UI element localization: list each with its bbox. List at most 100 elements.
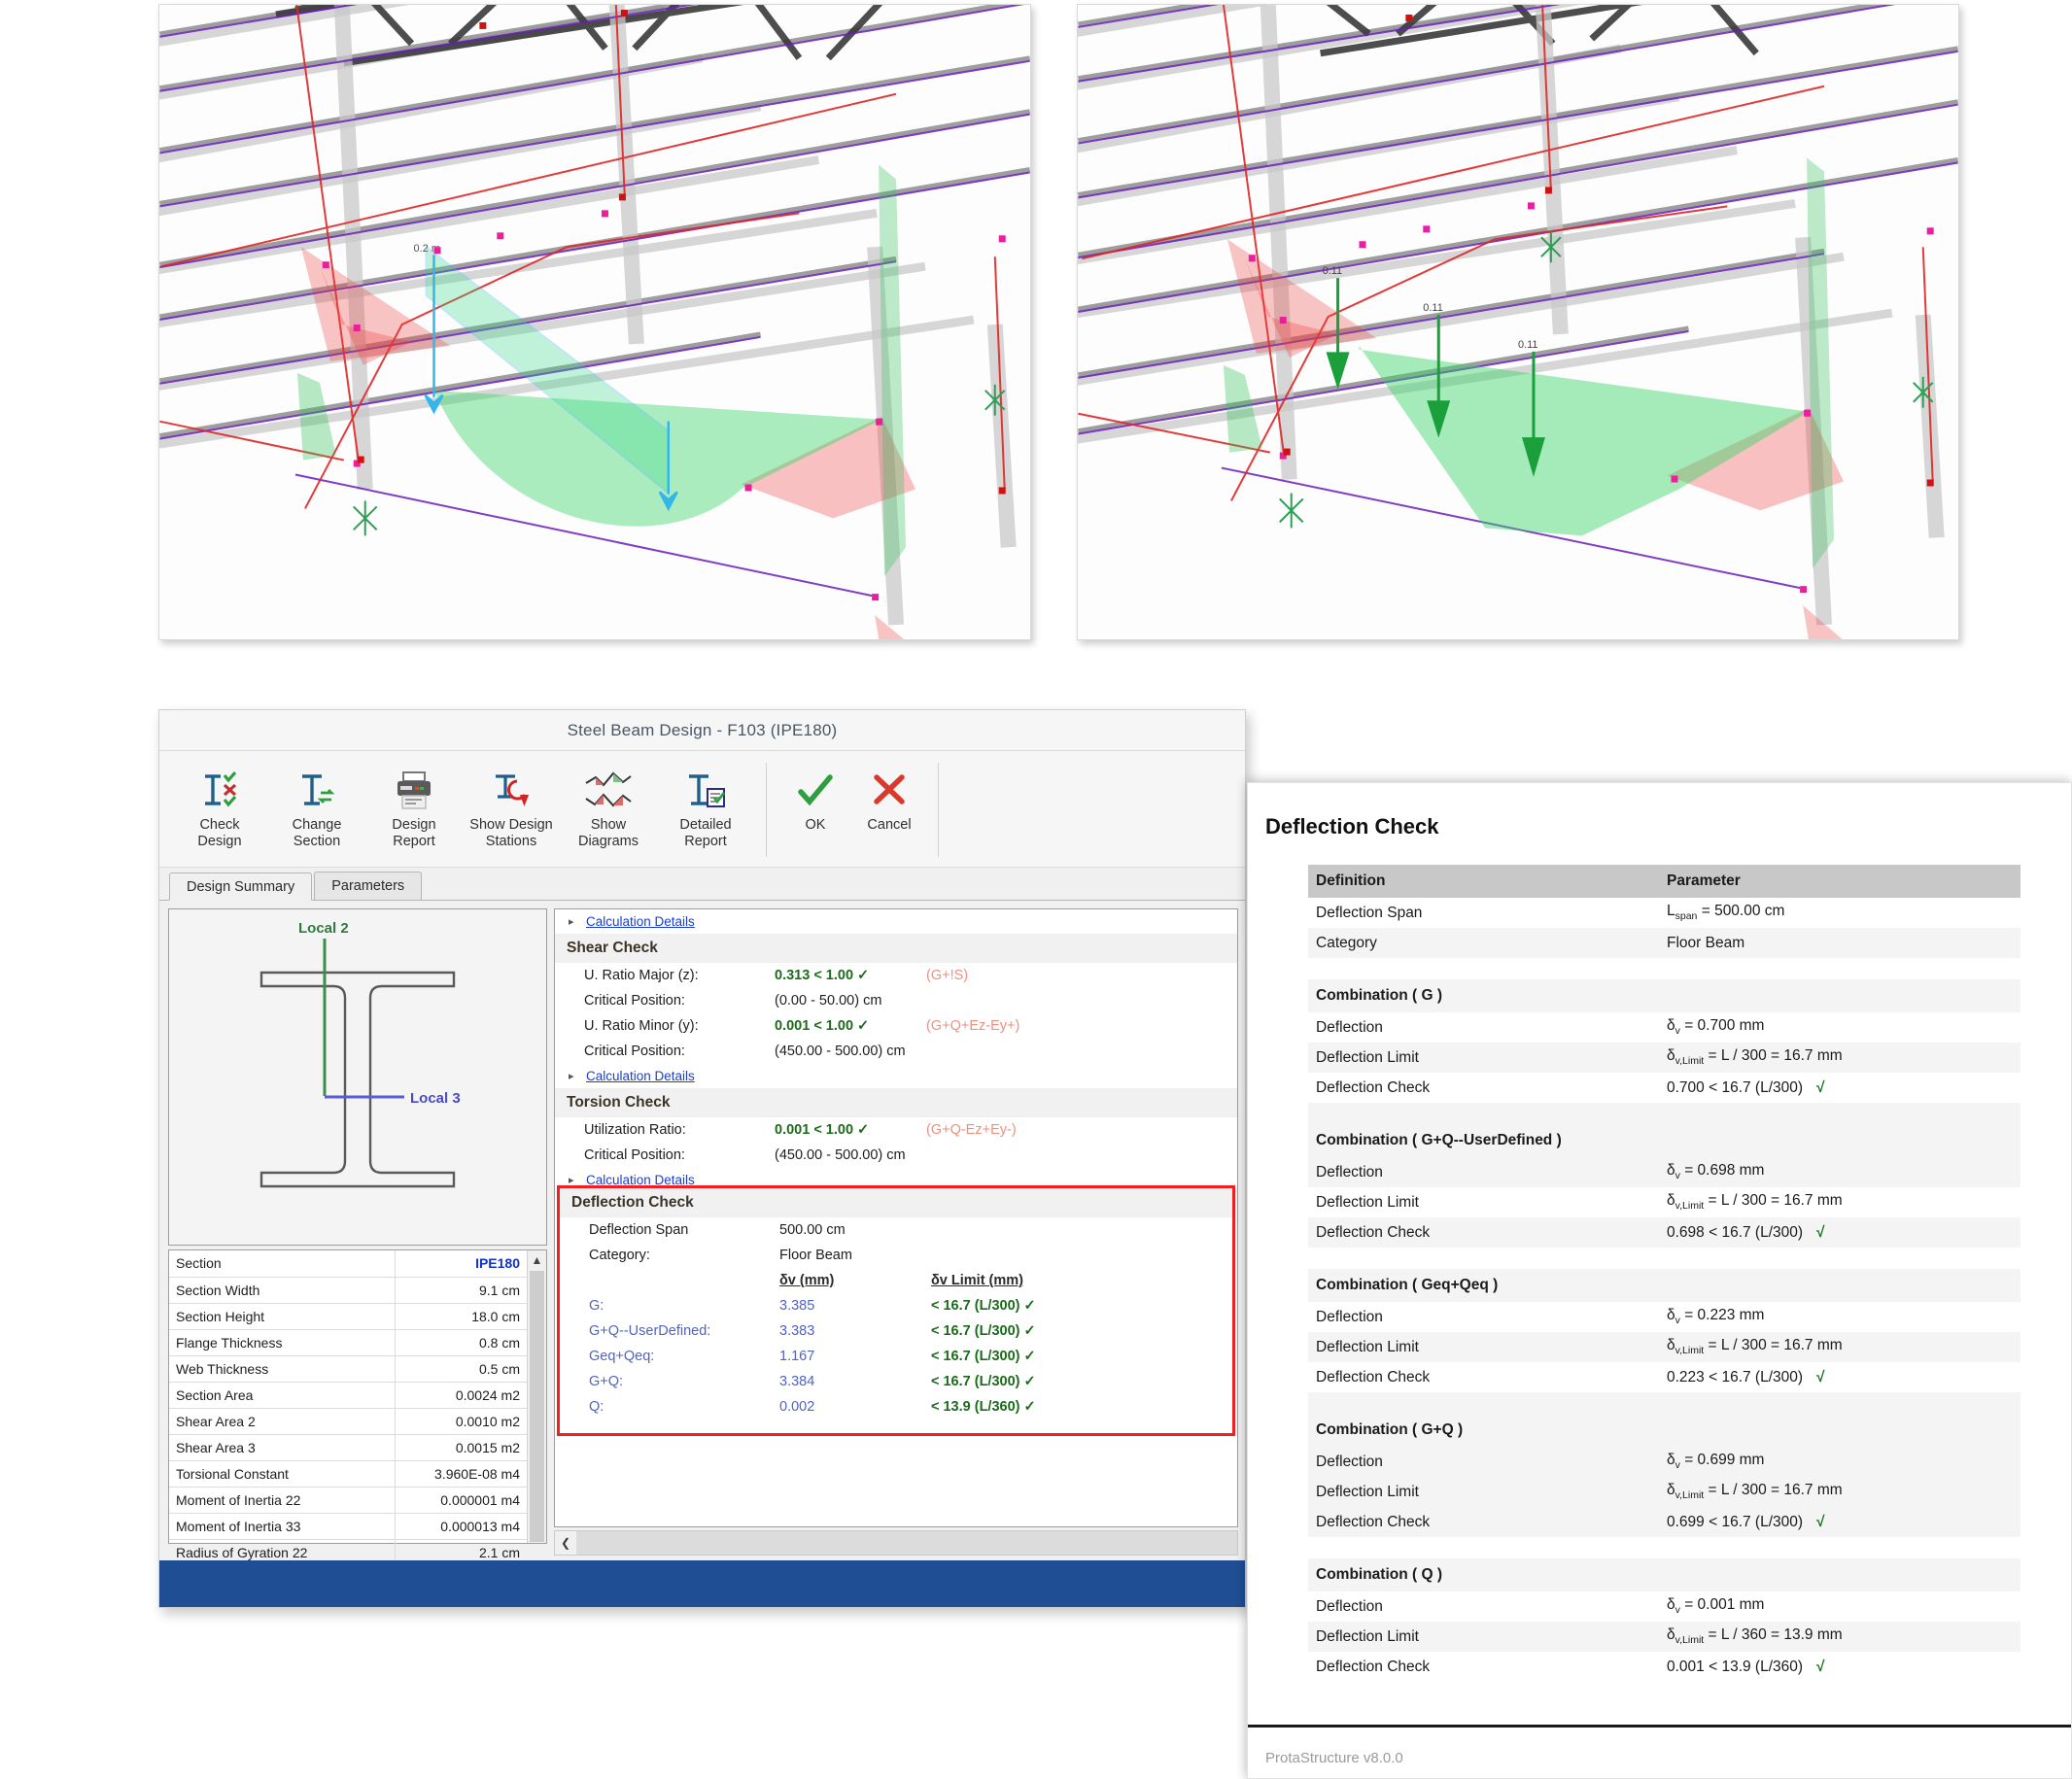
prop-key: Shear Area 2 [169, 1408, 396, 1435]
table-row: Deflection Limit δv,Limit = L / 300 = 16… [1308, 1043, 2020, 1073]
deflection-row-q: Q: 0.002 < 13.9 (L/360) ✓ [560, 1394, 1232, 1420]
deflection-span-row: Deflection Span 500.00 cm [560, 1217, 1232, 1243]
row-label: Deflection Span [1316, 904, 1423, 921]
prop-value: 0.000013 m4 [395, 1513, 527, 1540]
design-results-pane: ▸ Calculation Details Shear Check U. Rat… [554, 908, 1238, 1527]
left-viewport[interactable]: 0.2 m [158, 4, 1031, 640]
row-label: Deflection [1308, 1157, 1659, 1187]
table-row: Flange Thickness 0.8 cm [169, 1329, 527, 1356]
row-combination: (G+!S) [926, 968, 969, 983]
row-deflection: 3.384 [779, 1374, 815, 1389]
chevron-right-icon[interactable]: ▸ [569, 915, 586, 928]
header-definition: Definition [1308, 865, 1659, 898]
row-label: Deflection Check [1308, 1507, 1659, 1537]
tab-design-summary[interactable]: Design Summary [169, 872, 313, 901]
section-properties-body: Section IPE180 Section Width 9.1 cm Sectio… [169, 1250, 527, 1566]
right-viewport[interactable]: 0.11 0.11 0.11 [1077, 4, 1959, 640]
column-header-deflection: δv (mm) [779, 1273, 835, 1288]
table-row: Deflection δv = 0.001 mm [1308, 1591, 2020, 1622]
check-design-button[interactable]: Check Design [171, 759, 268, 850]
table-row: Shear Area 2 0.0010 m2 [169, 1408, 527, 1435]
table-row: Deflection Check 0.700 < 16.7 (L/300) √ [1308, 1073, 2020, 1103]
calculation-details-link[interactable]: Calculation Details [586, 914, 695, 929]
row-value: 0.699 < 16.7 (L/300) √ [1659, 1507, 2020, 1537]
scroll-left-icon[interactable]: ❮ [555, 1536, 576, 1550]
ok-button[interactable]: OK [778, 759, 852, 834]
prop-key: Section [169, 1250, 396, 1278]
row-value: δv = 0.698 mm [1659, 1157, 2020, 1187]
table-row: Deflection Check 0.698 < 16.7 (L/300) √ [1308, 1217, 2020, 1248]
row-label: Deflection Limit [1308, 1332, 1659, 1362]
shear-row-2: Critical Position: (0.00 - 50.00) cm [555, 988, 1237, 1013]
pass-tick-icon: √ [1816, 1078, 1825, 1096]
pass-tick-icon: √ [1816, 1513, 1825, 1530]
combination-heading: Combination ( G+Q ) [1308, 1414, 2020, 1447]
scrollbar-thumb[interactable] [530, 1271, 544, 1542]
table-row: Deflection Check 0.699 < 16.7 (L/300) √ [1308, 1507, 2020, 1537]
calculation-details-row-shear[interactable]: ▸ Calculation Details [555, 1064, 1237, 1088]
row-value: δv = 0.001 mm [1667, 1596, 1765, 1617]
combination-title: Combination ( G+Q ) [1308, 1414, 2020, 1447]
table-row: Shear Area 3 0.0015 m2 [169, 1434, 527, 1461]
dialog-toolbar: Check Design Change Section Design Repor… [159, 751, 1245, 868]
prop-value: 0.0024 m2 [395, 1382, 527, 1409]
results-horizontal-scrollbar[interactable]: ❮ [554, 1530, 1238, 1556]
table-row: Deflection δv = 0.223 mm [1308, 1302, 2020, 1332]
prop-value: 0.000001 m4 [395, 1487, 527, 1514]
pass-tick-icon: √ [1816, 1223, 1825, 1241]
table-row: Section Area 0.0024 m2 [169, 1382, 527, 1409]
table-row: Section Height 18.0 cm [169, 1303, 527, 1330]
table-row: Deflection δv = 0.699 mm [1308, 1447, 2020, 1477]
header-parameter: Parameter [1659, 865, 2020, 898]
combination-heading: Combination ( Geq+Qeq ) [1308, 1269, 2020, 1302]
left-viewport-scene: 0.2 m [159, 5, 1030, 639]
detailed-report-button[interactable]: Detailed Report [657, 759, 754, 850]
chevron-right-icon[interactable]: ▸ [569, 1070, 586, 1082]
table-row: Deflection Limit δv,Limit = L / 300 = 16… [1308, 1332, 2020, 1362]
combination-title: Combination ( Geq+Qeq ) [1308, 1269, 2020, 1302]
dialog-titlebar: Steel Beam Design - F103 (IPE180) [159, 710, 1245, 751]
deflection-check-heading: Deflection Check [560, 1188, 1232, 1217]
scroll-up-icon[interactable]: ▲ [532, 1250, 543, 1270]
prop-value: 18.0 cm [395, 1303, 527, 1330]
row-limit: < 16.7 (L/300) ✓ [931, 1374, 1036, 1389]
tab-strip: Design Summary Parameters [159, 868, 1245, 901]
tab-design-summary-label: Design Summary [187, 878, 295, 895]
right-viewport-scene: 0.11 0.11 0.11 [1078, 5, 1958, 639]
table-row: Section IPE180 [169, 1250, 527, 1278]
change-section-button[interactable]: Change Section [268, 759, 365, 850]
scrollbar-track[interactable] [576, 1531, 1237, 1555]
calculation-details-row-top[interactable]: ▸ Calculation Details [555, 909, 1237, 934]
cancel-button[interactable]: Cancel [852, 759, 926, 834]
deflection-row-gq: G+Q: 3.384 < 16.7 (L/300) ✓ [560, 1369, 1232, 1394]
report-footer-text: ProtaStructure v8.0.0 [1265, 1750, 1403, 1766]
toolbar-separator [766, 763, 767, 857]
calculation-details-link[interactable]: Calculation Details [586, 1069, 695, 1083]
prop-key: Moment of Inertia 22 [169, 1487, 396, 1514]
deflection-check-highlight: Deflection Check Deflection Span 500.00 … [557, 1185, 1235, 1436]
shear-row-1: U. Ratio Major (z): 0.313 < 1.00 ✓ (G+!S… [555, 963, 1237, 988]
change-section-label: Change Section [292, 817, 342, 850]
row-value: 0.223 < 16.7 (L/300) √ [1667, 1368, 1825, 1386]
prop-key: Torsional Constant [169, 1460, 396, 1488]
row-label: Deflection [1308, 1447, 1659, 1477]
table-row: Category Floor Beam [1308, 928, 2020, 958]
tab-parameters[interactable]: Parameters [314, 872, 423, 900]
row-label: Category: [589, 1248, 650, 1263]
show-design-stations-button[interactable]: Show Design Stations [463, 759, 560, 850]
row-combination: (G+Q-Ez+Ey-) [926, 1122, 1017, 1138]
table-row: Deflection Check 0.001 < 13.9 (L/360) √ [1308, 1652, 2020, 1682]
design-report-button[interactable]: Design Report [365, 759, 463, 850]
torsion-row-2: Critical Position: (450.00 - 500.00) cm [555, 1143, 1237, 1168]
dialog-title: Steel Beam Design - F103 (IPE180) [567, 720, 838, 739]
row-limit: < 16.7 (L/300) ✓ [931, 1298, 1036, 1314]
row-label: Deflection [1316, 1308, 1383, 1325]
row-value: 0.001 < 1.00 ✓ [775, 1018, 870, 1034]
show-diagrams-button[interactable]: Show Diagrams [560, 759, 657, 850]
properties-scrollbar[interactable]: ▲ [527, 1250, 546, 1543]
row-label: U. Ratio Major (z): [584, 968, 699, 983]
torsion-check-heading: Torsion Check [555, 1088, 1237, 1117]
row-value: (450.00 - 500.00) cm [775, 1147, 906, 1163]
row-value: δv,Limit = L / 300 = 16.7 mm [1659, 1332, 2020, 1362]
detailed-report-label: Detailed Report [679, 817, 732, 850]
